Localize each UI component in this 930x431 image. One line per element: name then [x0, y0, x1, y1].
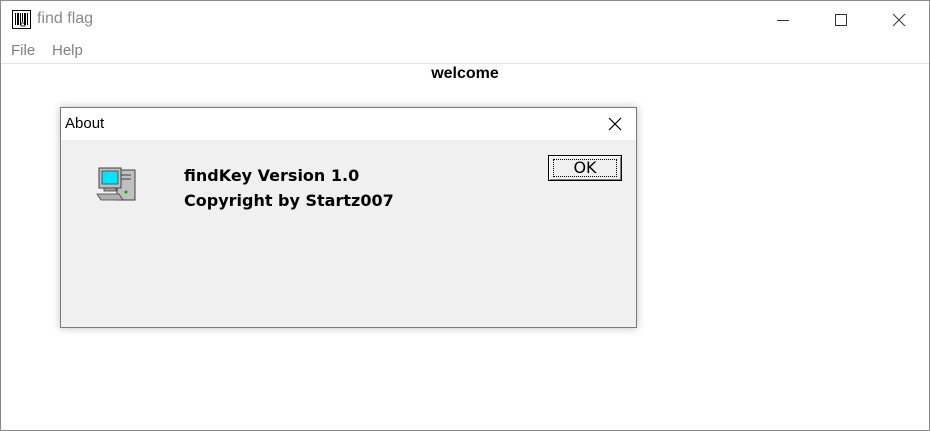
minimize-button[interactable] — [754, 1, 812, 39]
maximize-icon — [835, 14, 847, 26]
minimize-icon — [777, 20, 789, 21]
main-window: find flag File Help welcome About findKe… — [0, 0, 930, 431]
about-dialog: About findKey Version 1.0 Copyright by S… — [60, 107, 637, 328]
menu-help[interactable]: Help — [52, 42, 83, 59]
close-icon — [892, 13, 906, 27]
close-button[interactable] — [870, 1, 928, 39]
title-bar[interactable]: find flag — [1, 1, 929, 39]
menu-file[interactable]: File — [11, 42, 35, 59]
copyright-text: Copyright by Startz007 — [184, 191, 394, 210]
close-icon — [608, 117, 622, 131]
barcode-app-icon — [12, 10, 31, 29]
ok-label: OK — [573, 158, 597, 177]
about-close-button[interactable] — [602, 112, 628, 136]
maximize-button[interactable] — [812, 1, 870, 39]
about-title: About — [65, 115, 105, 132]
menu-bar: File Help — [1, 39, 929, 64]
ok-button[interactable]: OK — [548, 155, 622, 181]
computer-icon — [96, 167, 136, 201]
version-text: findKey Version 1.0 — [184, 166, 360, 185]
window-title: find flag — [37, 10, 94, 27]
welcome-text: welcome — [431, 65, 499, 82]
about-title-bar[interactable]: About — [61, 108, 636, 140]
